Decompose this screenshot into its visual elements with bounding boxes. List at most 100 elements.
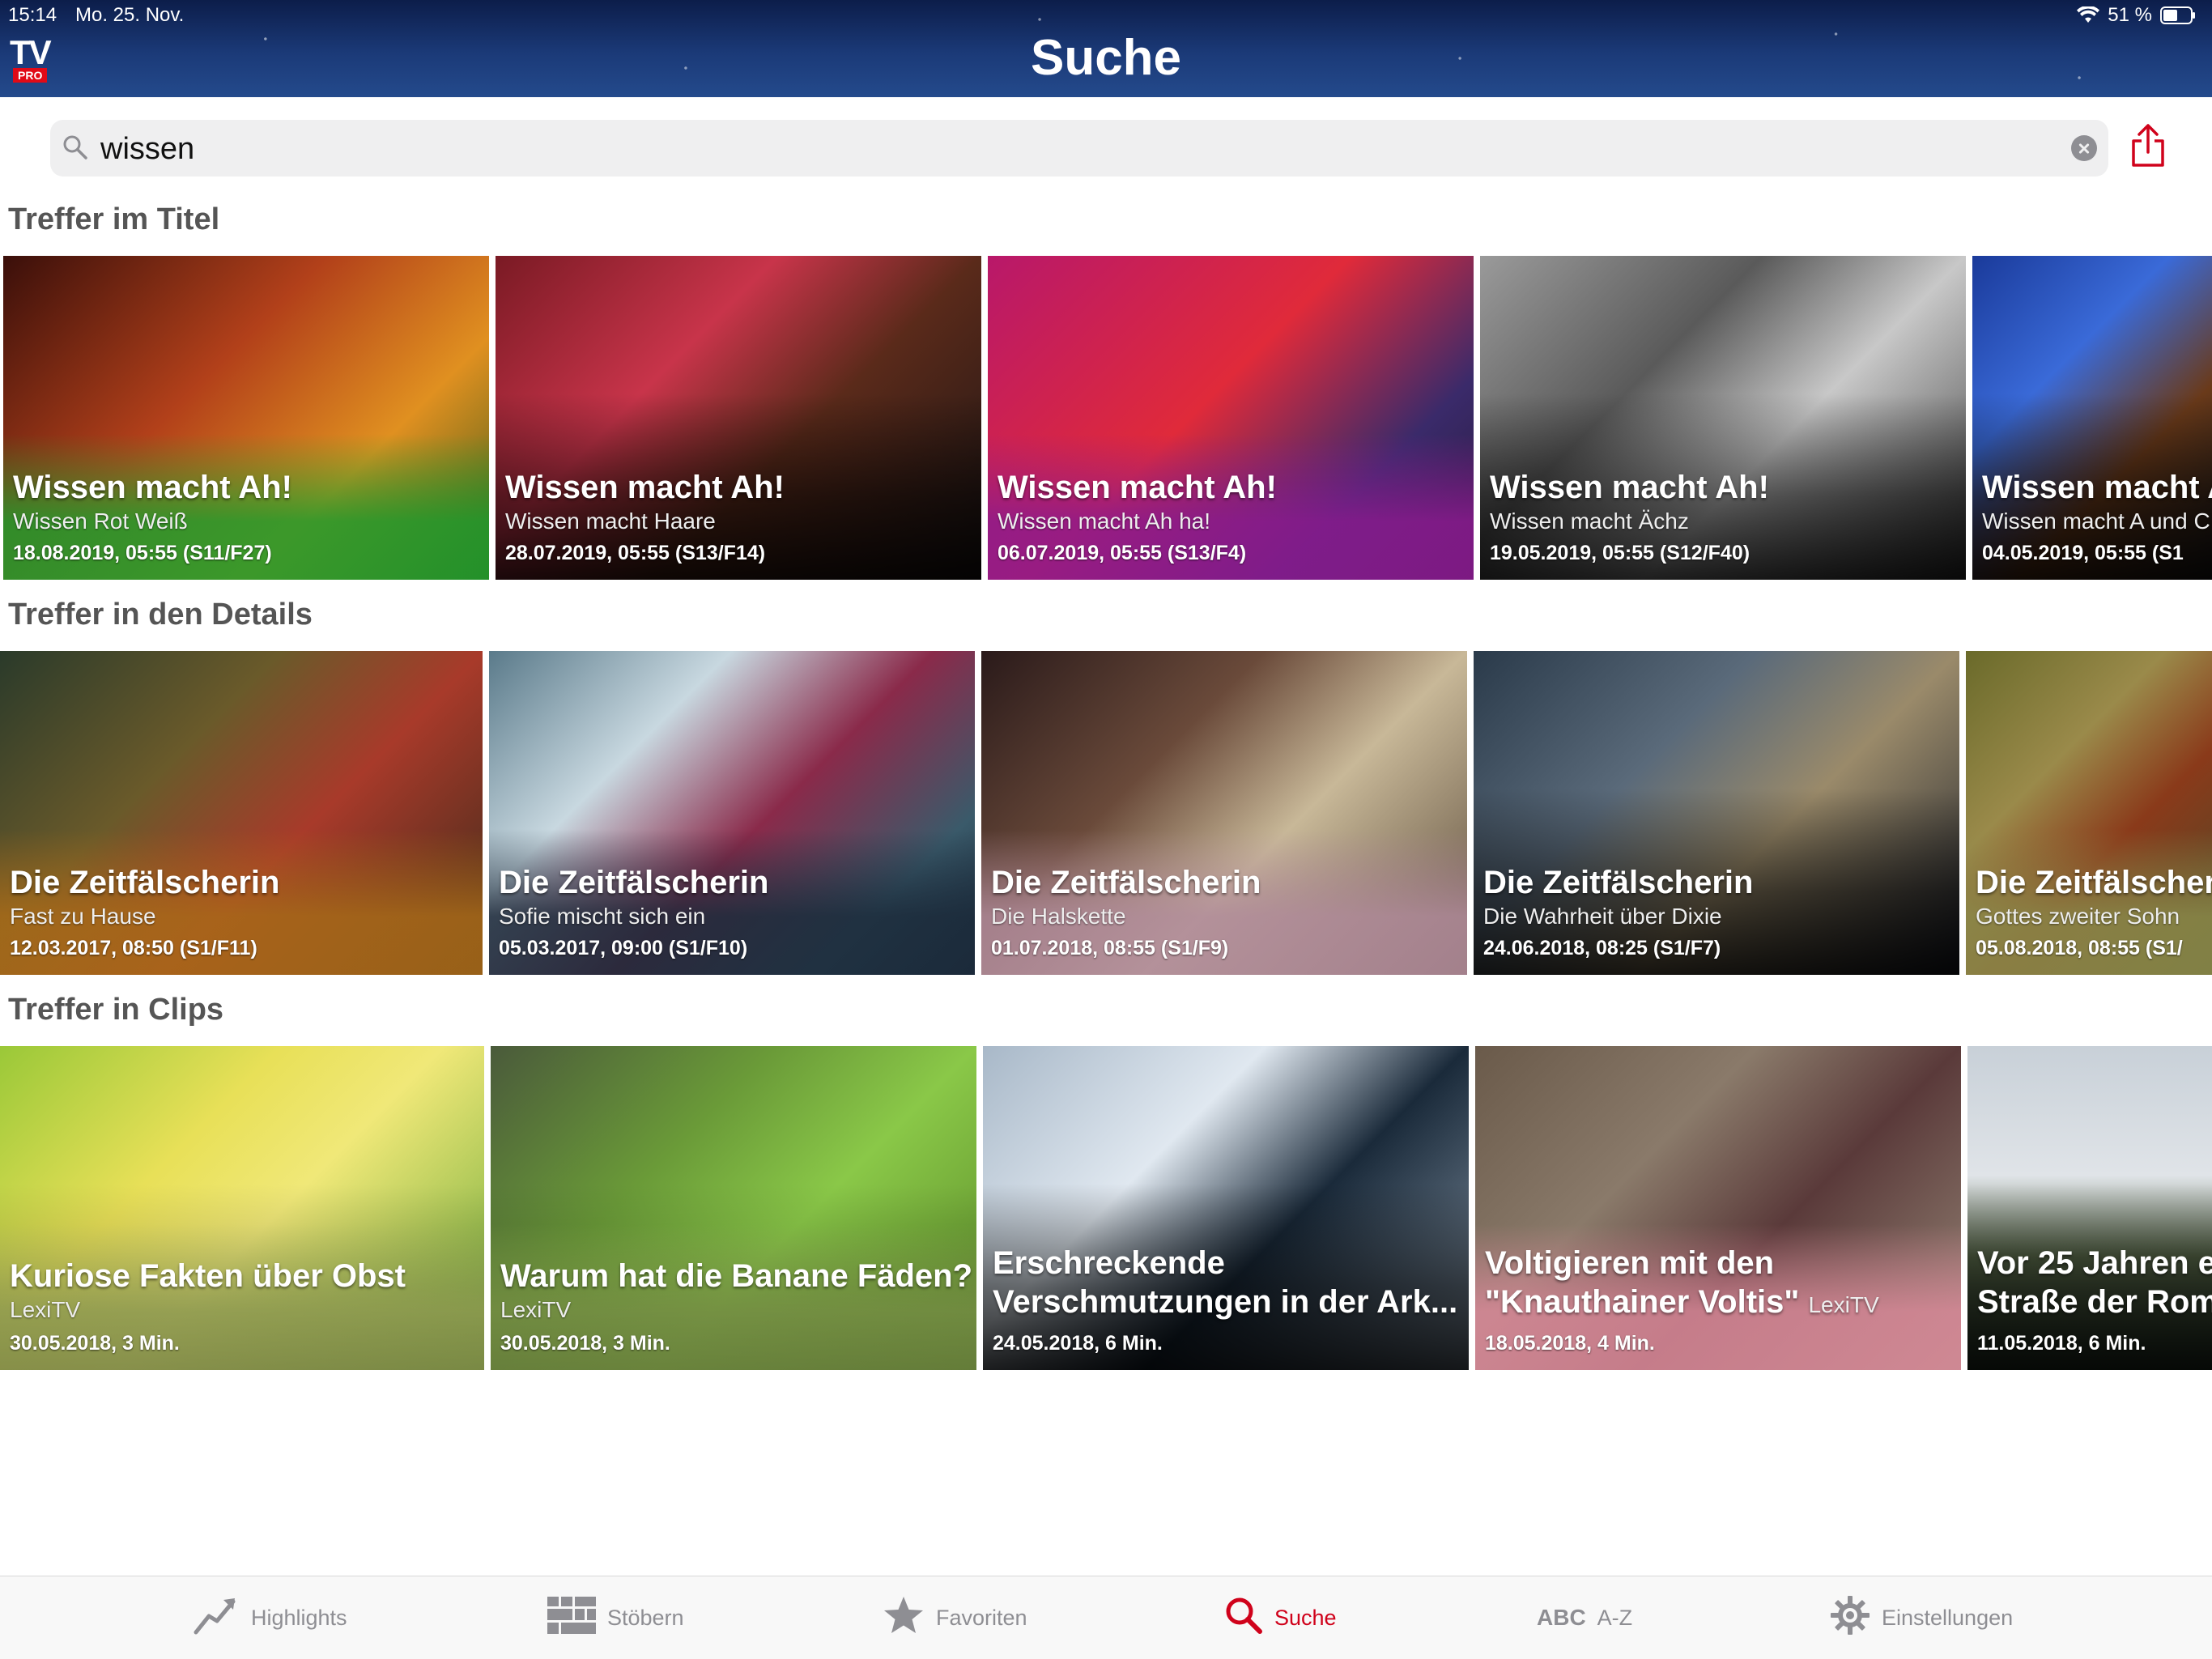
page-title: Suche xyxy=(1030,30,1182,86)
search-bar[interactable] xyxy=(50,120,2108,178)
search-icon xyxy=(1224,1596,1263,1640)
card-subtitle: Gottes zweiter Sohn xyxy=(1976,904,2180,929)
tab-einstellungen[interactable]: Einstellungen xyxy=(1830,1576,2013,1659)
clip-card-1[interactable]: Kuriose Fakten über Obst LexiTV 30.05.20… xyxy=(0,1046,484,1370)
status-indicators: 51 % xyxy=(2077,4,2196,27)
card-title: Vor 25 Jahren e xyxy=(1977,1245,2212,1281)
card-meta: 01.07.2018, 08:55 (S1/F9) xyxy=(991,937,1229,959)
card-subtitle: Wissen macht Ächz xyxy=(1490,508,1689,534)
detail-card-1[interactable]: Die Zeitfälscherin Fast zu Hause 12.03.2… xyxy=(0,651,483,975)
star-icon xyxy=(883,1595,925,1641)
card-title: Die Zeitfälscherin xyxy=(991,865,1261,900)
tab-suche[interactable]: Suche xyxy=(1224,1576,1337,1659)
card-title: Die Zeitfälscherin xyxy=(499,865,769,900)
card-title: Wissen macht Ah! xyxy=(505,470,785,505)
card-subtitle: Wissen Rot Weiß xyxy=(13,508,188,534)
card-title: Wissen macht Ah! xyxy=(13,470,292,505)
card-meta: 24.05.2018, 6 Min. xyxy=(993,1332,1163,1355)
card-title-line-2: Verschmutzungen in der Ark... xyxy=(993,1284,1458,1320)
tab-favoriten[interactable]: Favoriten xyxy=(883,1576,1027,1659)
card-subtitle: Wissen macht Ah ha! xyxy=(998,508,1211,534)
card-source: LexiTV xyxy=(10,1297,81,1322)
detail-card-5[interactable]: Die Zeitfälscher Gottes zweiter Sohn 05.… xyxy=(1966,651,2212,975)
card-title: Wissen macht Ah! xyxy=(998,470,1277,505)
card-title-line-2: Straße der Rom xyxy=(1977,1284,2212,1320)
card-title: Die Zeitfälscher xyxy=(1976,865,2212,900)
card-meta: 28.07.2019, 05:55 (S13/F14) xyxy=(505,542,766,564)
card-meta: 24.06.2018, 08:25 (S1/F7) xyxy=(1483,937,1721,959)
card-source: LexiTV xyxy=(500,1297,572,1322)
card-meta: 18.05.2018, 4 Min. xyxy=(1485,1332,1655,1355)
card-source: LexiTV xyxy=(1808,1292,1879,1317)
row-titles: Wissen macht Ah! Wissen Rot Weiß 18.08.2… xyxy=(0,256,2212,580)
card-meta: 19.05.2019, 05:55 (S12/F40) xyxy=(1490,542,1750,564)
tab-label: Highlights xyxy=(251,1605,347,1630)
tab-label: Favoriten xyxy=(936,1605,1027,1630)
detail-card-2[interactable]: Die Zeitfälscherin Sofie mischt sich ein… xyxy=(489,651,975,975)
tab-label: Einstellungen xyxy=(1882,1605,2014,1630)
row-clips: Kuriose Fakten über Obst LexiTV 30.05.20… xyxy=(0,1046,2212,1370)
tab-label: Suche xyxy=(1274,1605,1337,1630)
card-title-line-2: "Knauthainer Voltis" LexiTV xyxy=(1485,1283,1879,1325)
card-title: Die Zeitfälscherin xyxy=(1483,865,1754,900)
share-icon[interactable] xyxy=(2129,123,2167,172)
title-card-2[interactable]: Wissen macht Ah! Wissen macht Haare 28.0… xyxy=(496,256,981,580)
tab-bar: Highlights Stöbern Favoriten Suche ABC A… xyxy=(0,1576,2212,1659)
card-meta: 06.07.2019, 05:55 (S13/F4) xyxy=(998,542,1247,564)
card-meta: 04.05.2019, 05:55 (S1 xyxy=(1982,542,2184,564)
card-subtitle: Fast zu Hause xyxy=(10,904,156,929)
tab-stoebern[interactable]: Stöbern xyxy=(547,1576,684,1659)
title-card-4[interactable]: Wissen macht Ah! Wissen macht Ächz 19.05… xyxy=(1480,256,1966,580)
card-subtitle: Wissen macht Haare xyxy=(505,508,716,534)
clip-card-5[interactable]: Vor 25 Jahren e Straße der Rom 11.05.201… xyxy=(1967,1046,2212,1370)
gear-icon xyxy=(1830,1595,1870,1641)
card-meta: 05.08.2018, 08:55 (S1/ xyxy=(1976,937,2183,959)
search-input[interactable] xyxy=(99,120,2045,178)
tab-label: Stöbern xyxy=(607,1605,684,1630)
card-meta: 12.03.2017, 08:50 (S1/F11) xyxy=(10,937,257,959)
card-title: Erschreckende xyxy=(993,1245,1225,1281)
section-heading-details: Treffer in den Details xyxy=(8,598,313,632)
card-meta: 30.05.2018, 3 Min. xyxy=(10,1332,180,1355)
card-subtitle: Sofie mischt sich ein xyxy=(499,904,706,929)
card-title: Warum hat die Banane Fäden? xyxy=(500,1258,973,1294)
clip-card-2[interactable]: Warum hat die Banane Fäden? LexiTV 30.05… xyxy=(491,1046,976,1370)
tab-a-z[interactable]: ABC A-Z xyxy=(1537,1576,1632,1659)
card-title: Voltigieren mit den xyxy=(1485,1245,1775,1281)
card-subtitle: Die Halskette xyxy=(991,904,1126,929)
card-title: Wissen macht Ah! xyxy=(1490,470,1769,505)
card-subtitle: Wissen macht A und C xyxy=(1982,508,2210,534)
grid-icon xyxy=(547,1596,596,1640)
row-details: Die Zeitfälscherin Fast zu Hause 12.03.2… xyxy=(0,651,2212,975)
clip-card-4[interactable]: Voltigieren mit den "Knauthainer Voltis"… xyxy=(1475,1046,1961,1370)
title-card-1[interactable]: Wissen macht Ah! Wissen Rot Weiß 18.08.2… xyxy=(3,256,489,580)
wifi-icon xyxy=(2077,6,2100,24)
card-title-text: "Knauthainer Voltis" xyxy=(1485,1284,1800,1320)
battery-percentage: 51 % xyxy=(2108,4,2152,26)
card-title: Kuriose Fakten über Obst xyxy=(10,1258,406,1294)
status-time: 15:14 xyxy=(8,4,57,26)
status-date: Mo. 25. Nov. xyxy=(75,4,185,26)
title-card-5[interactable]: Wissen macht A Wissen macht A und C 04.0… xyxy=(1972,256,2212,580)
detail-card-4[interactable]: Die Zeitfälscherin Die Wahrheit über Dix… xyxy=(1474,651,1959,975)
abc-icon: ABC xyxy=(1537,1605,1586,1630)
section-heading-clips: Treffer in Clips xyxy=(8,993,224,1027)
card-title: Die Zeitfälscherin xyxy=(10,865,280,900)
card-meta: 11.05.2018, 6 Min. xyxy=(1977,1332,2146,1355)
detail-card-3[interactable]: Die Zeitfälscherin Die Halskette 01.07.2… xyxy=(981,651,1467,975)
title-card-3[interactable]: Wissen macht Ah! Wissen macht Ah ha! 06.… xyxy=(988,256,1474,580)
top-bar: 15:14 Mo. 25. Nov. 51 % TV PRO Suche xyxy=(0,0,2212,97)
battery-icon xyxy=(2160,6,2196,24)
clear-search-icon[interactable] xyxy=(2071,135,2097,161)
tab-label: A-Z xyxy=(1597,1605,1633,1630)
card-title: Wissen macht A xyxy=(1982,470,2212,505)
card-meta: 18.08.2019, 05:55 (S11/F27) xyxy=(13,542,272,564)
card-meta: 30.05.2018, 3 Min. xyxy=(500,1332,670,1355)
tab-highlights[interactable]: Highlights xyxy=(193,1576,347,1659)
card-subtitle: Die Wahrheit über Dixie xyxy=(1483,904,1722,929)
section-heading-titles: Treffer im Titel xyxy=(8,202,220,236)
search-icon xyxy=(62,134,89,165)
card-meta: 05.03.2017, 09:00 (S1/F10) xyxy=(499,937,748,959)
clip-card-3[interactable]: Erschreckende Verschmutzungen in der Ark… xyxy=(983,1046,1469,1370)
trend-icon xyxy=(193,1595,240,1641)
